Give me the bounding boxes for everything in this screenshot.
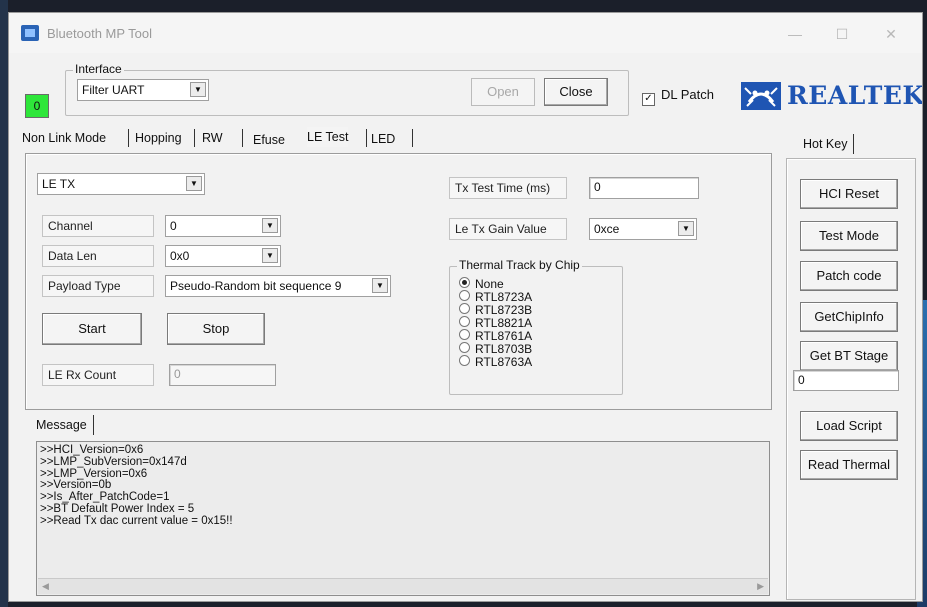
data-len-select-value: 0x0 <box>170 249 190 263</box>
window-title: Bluetooth MP Tool <box>47 26 153 41</box>
connection-status-indicator: 0 <box>25 94 49 118</box>
radio-rtl8821a[interactable]: RTL8821A <box>459 316 533 330</box>
tab-led[interactable]: LED <box>371 129 395 149</box>
radio-icon[interactable] <box>459 316 470 327</box>
radio-rtl8761a[interactable]: RTL8761A <box>459 329 533 343</box>
tab-hot-key[interactable]: Hot Key <box>803 134 855 154</box>
maximize-button[interactable]: ☐ <box>826 23 858 45</box>
message-log[interactable]: >>HCI_Version=0x6 >>LMP_SubVersion=0x147… <box>36 441 770 596</box>
chevron-down-icon: ▼ <box>262 218 278 233</box>
radio-icon[interactable] <box>459 342 470 353</box>
get-chip-info-button[interactable]: GetChipInfo <box>800 302 898 332</box>
chevron-down-icon: ▼ <box>190 82 206 97</box>
close-button[interactable]: Close <box>544 78 608 106</box>
tx-test-time-input[interactable]: 0 <box>589 177 699 199</box>
radio-rtl8821a-label: RTL8821A <box>475 316 533 330</box>
tab-non-link-mode[interactable]: Non Link Mode <box>22 128 106 148</box>
desktop-background-left <box>0 0 8 607</box>
app-icon <box>21 25 39 41</box>
le-tx-gain-select[interactable]: 0xce ▼ <box>589 218 697 240</box>
channel-label: Channel <box>42 215 154 237</box>
radio-none-label: None <box>475 277 504 291</box>
title-bar: Bluetooth MP Tool — ☐ ✕ <box>9 13 922 53</box>
scroll-right-icon[interactable]: ▶ <box>757 581 764 592</box>
tab-separator <box>366 129 367 147</box>
test-mode-button[interactable]: Test Mode <box>800 221 898 251</box>
chevron-down-icon: ▼ <box>678 221 694 236</box>
radio-rtl8703b-label: RTL8703B <box>475 342 533 356</box>
dl-patch-option[interactable]: ✓ DL Patch <box>642 87 714 106</box>
stop-button[interactable]: Stop <box>167 313 265 345</box>
le-tx-gain-select-value: 0xce <box>594 222 620 236</box>
radio-rtl8723b-label: RTL8723B <box>475 303 533 317</box>
channel-select[interactable]: 0 ▼ <box>165 215 281 237</box>
radio-rtl8763a-label: RTL8763A <box>475 355 533 369</box>
tab-separator <box>412 129 413 147</box>
le-tx-gain-label: Le Tx Gain Value <box>449 218 567 240</box>
message-lines: >>HCI_Version=0x6 >>LMP_SubVersion=0x147… <box>40 444 233 528</box>
radio-selected-icon[interactable] <box>459 277 470 288</box>
chevron-down-icon: ▼ <box>372 278 388 293</box>
payload-type-select[interactable]: Pseudo-Random bit sequence 9 ▼ <box>165 275 391 297</box>
read-thermal-button[interactable]: Read Thermal <box>800 450 898 480</box>
payload-type-select-value: Pseudo-Random bit sequence 9 <box>170 279 342 293</box>
radio-rtl8723b[interactable]: RTL8723B <box>459 303 533 317</box>
tab-message[interactable]: Message <box>36 415 94 435</box>
message-line: >>LMP_SubVersion=0x147d <box>40 455 187 468</box>
radio-icon[interactable] <box>459 329 470 340</box>
tab-efuse[interactable]: Efuse <box>253 130 285 150</box>
interface-select[interactable]: Filter UART ▼ <box>77 79 209 101</box>
radio-rtl8763a[interactable]: RTL8763A <box>459 355 533 369</box>
tx-test-time-label: Tx Test Time (ms) <box>449 177 567 199</box>
load-script-button[interactable]: Load Script <box>800 411 898 441</box>
open-button[interactable]: Open <box>471 78 535 106</box>
data-len-label: Data Len <box>42 245 154 267</box>
radio-icon[interactable] <box>459 303 470 314</box>
scroll-left-icon[interactable]: ◀ <box>42 581 49 592</box>
chevron-down-icon: ▼ <box>186 176 202 191</box>
payload-type-label: Payload Type <box>42 275 154 297</box>
realtek-crab-icon <box>741 82 781 110</box>
dl-patch-label: DL Patch <box>661 87 714 102</box>
le-mode-select-value: LE TX <box>42 177 76 191</box>
tab-le-test[interactable]: LE Test <box>307 127 349 147</box>
interface-select-value: Filter UART <box>82 83 145 97</box>
chevron-down-icon: ▼ <box>262 248 278 263</box>
app-window: Bluetooth MP Tool — ☐ ✕ 0 Interface Filt… <box>8 12 923 602</box>
radio-none[interactable]: None <box>459 277 504 291</box>
radio-icon[interactable] <box>459 355 470 366</box>
le-rx-count-label: LE Rx Count <box>42 364 154 386</box>
le-rx-count-field: 0 <box>169 364 276 386</box>
le-mode-select[interactable]: LE TX ▼ <box>37 173 205 195</box>
dl-patch-checkbox[interactable]: ✓ <box>642 93 655 106</box>
hci-reset-button[interactable]: HCI Reset <box>800 179 898 209</box>
tab-hopping[interactable]: Hopping <box>135 128 182 148</box>
close-window-button[interactable]: ✕ <box>875 23 907 45</box>
horizontal-scrollbar[interactable]: ◀ ▶ <box>38 578 768 594</box>
radio-rtl8761a-label: RTL8761A <box>475 329 533 343</box>
patch-code-button[interactable]: Patch code <box>800 261 898 291</box>
tab-separator <box>128 129 129 147</box>
radio-rtl8723a[interactable]: RTL8723A <box>459 290 533 304</box>
get-bt-stage-button[interactable]: Get BT Stage <box>800 341 898 371</box>
bt-stage-field[interactable]: 0 <box>793 370 899 391</box>
realtek-wordmark: REALTEK <box>787 81 923 110</box>
interface-group-label: Interface <box>73 62 124 76</box>
data-len-select[interactable]: 0x0 ▼ <box>165 245 281 267</box>
radio-icon[interactable] <box>459 290 470 301</box>
start-button[interactable]: Start <box>42 313 142 345</box>
message-line: >>Read Tx dac current value = 0x15!! <box>40 514 233 527</box>
channel-select-value: 0 <box>170 219 177 233</box>
minimize-button[interactable]: — <box>779 23 811 45</box>
tab-rw[interactable]: RW <box>202 128 223 148</box>
radio-rtl8703b[interactable]: RTL8703B <box>459 342 533 356</box>
tab-separator <box>194 129 195 147</box>
thermal-track-label: Thermal Track by Chip <box>457 258 582 272</box>
radio-rtl8723a-label: RTL8723A <box>475 290 533 304</box>
message-line: >>BT Default Power Index = 5 <box>40 502 195 515</box>
tab-separator <box>242 129 243 147</box>
